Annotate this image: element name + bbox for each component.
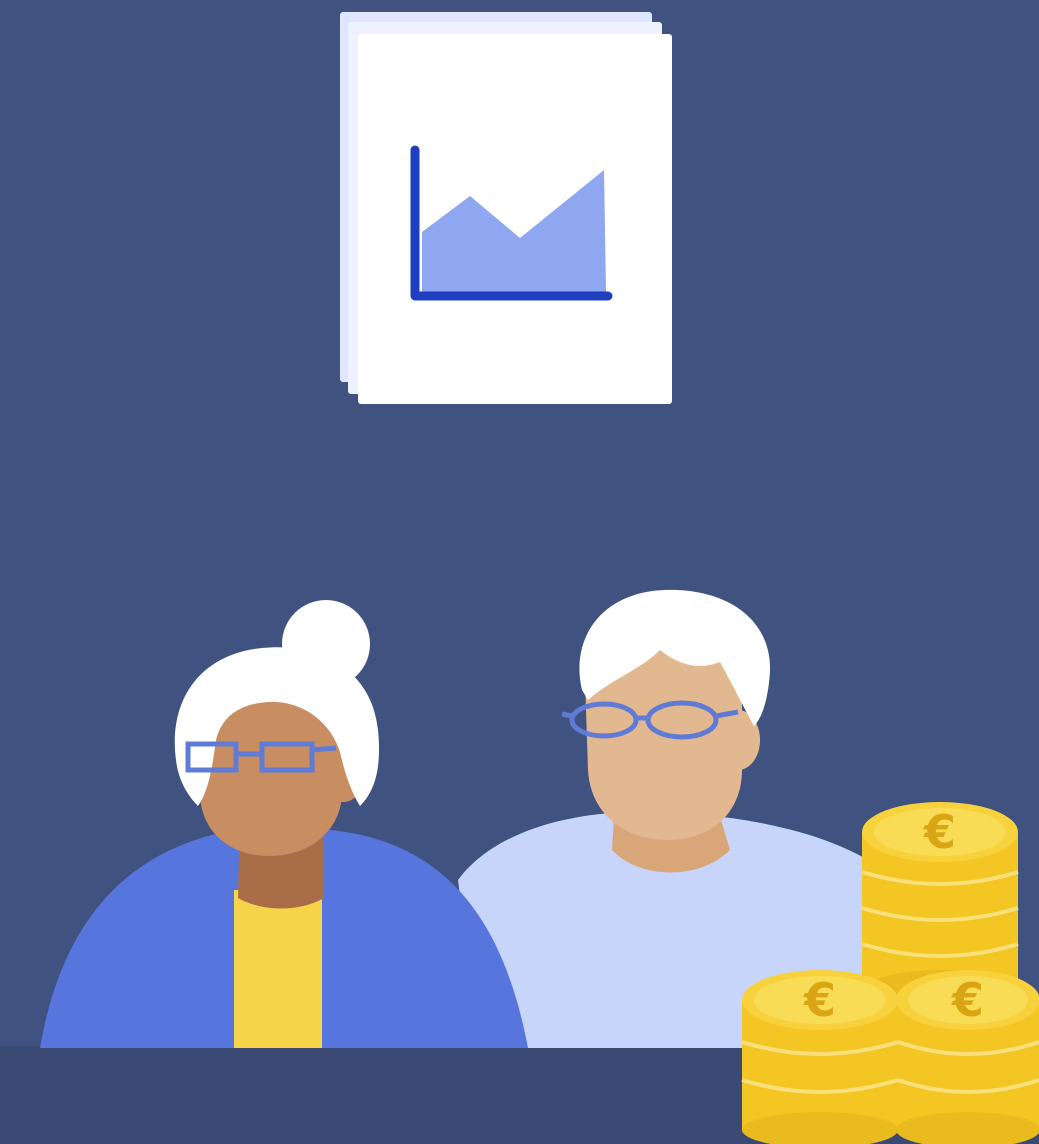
illustration-canvas: € € € (0, 0, 1039, 1144)
coin-stack-front-left: € (741, 970, 899, 1144)
illustration-scene: € € € (0, 0, 1039, 1144)
euro-symbol: € (803, 973, 836, 1027)
document-chart-icon (340, 12, 672, 404)
woman-shirt (234, 890, 322, 1048)
euro-symbol: € (951, 973, 984, 1027)
euro-symbol: € (923, 805, 956, 859)
coin-stack-front-right: € (896, 970, 1039, 1144)
